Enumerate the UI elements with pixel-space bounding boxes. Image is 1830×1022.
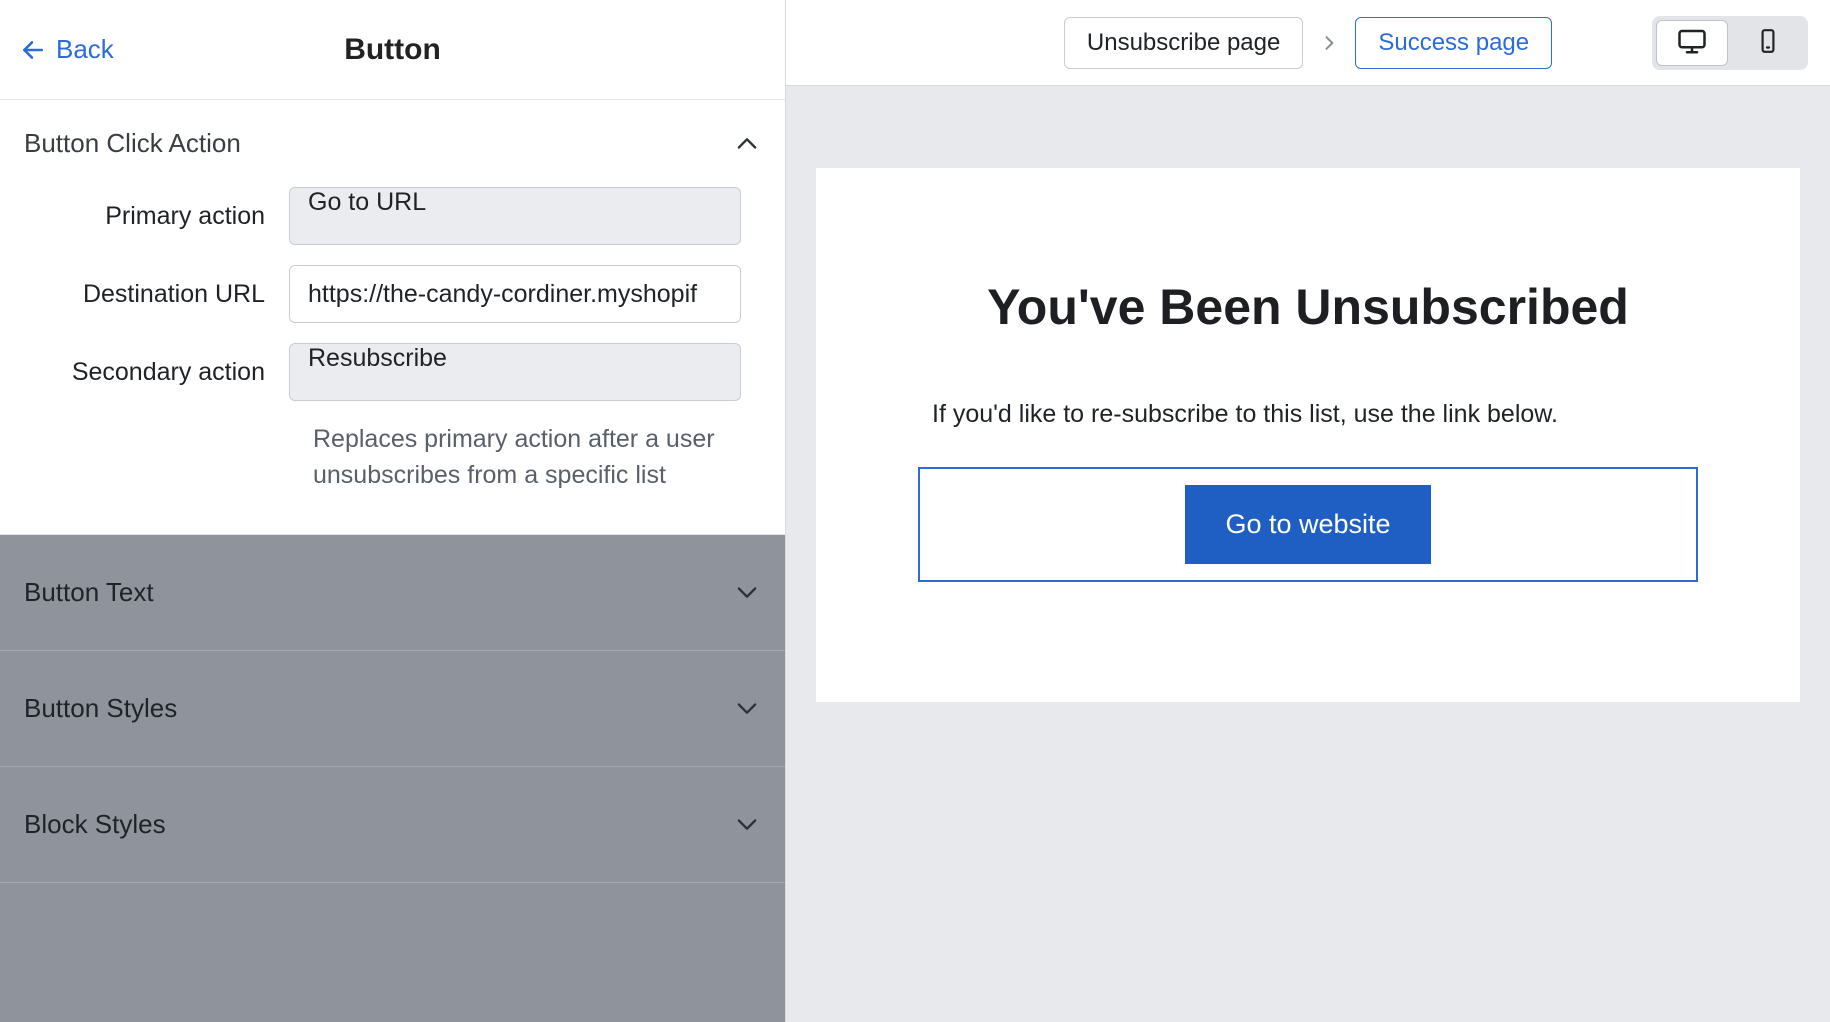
label-destination-url: Destination URL xyxy=(24,280,289,309)
section-title: Button Click Action xyxy=(24,128,241,159)
label-secondary-action: Secondary action xyxy=(24,358,289,387)
row-primary-action: Primary action Go to URL xyxy=(24,187,761,245)
preview-subtext: If you'd like to re-subscribe to this li… xyxy=(876,400,1740,429)
breadcrumb: Unsubscribe page Success page xyxy=(1064,17,1552,69)
arrow-left-icon xyxy=(20,37,46,63)
section-title: Block Styles xyxy=(24,809,166,840)
row-destination-url: Destination URL xyxy=(24,265,761,323)
select-secondary-action[interactable]: Resubscribe xyxy=(289,343,741,401)
chevron-down-icon xyxy=(733,810,761,838)
preview-header: Unsubscribe page Success page xyxy=(786,0,1830,86)
device-desktop-button[interactable] xyxy=(1656,20,1728,66)
section-button-text[interactable]: Button Text xyxy=(0,535,785,651)
chevron-down-icon xyxy=(733,694,761,722)
back-button[interactable]: Back xyxy=(20,34,114,65)
select-primary-action[interactable]: Go to URL xyxy=(289,187,741,245)
go-to-website-button[interactable]: Go to website xyxy=(1185,485,1430,564)
section-button-styles[interactable]: Button Styles xyxy=(0,651,785,767)
section-title: Button Styles xyxy=(24,693,177,724)
crumb-success[interactable]: Success page xyxy=(1355,17,1552,69)
input-destination-url[interactable] xyxy=(289,265,741,323)
section-title: Button Text xyxy=(24,577,154,608)
row-secondary-helper: Replaces primary action after a user uns… xyxy=(24,421,761,494)
label-primary-action: Primary action xyxy=(24,202,289,231)
helper-secondary-action: Replaces primary action after a user uns… xyxy=(313,421,761,494)
section-button-click-action: Button Click Action Primary action Go to… xyxy=(0,100,785,535)
collapsed-sections: Button Text Button Styles Block Styles xyxy=(0,535,785,1022)
preview-heading: You've Been Unsubscribed xyxy=(876,278,1740,336)
back-label: Back xyxy=(56,34,114,65)
section-body-click-action: Primary action Go to URL Destination URL… xyxy=(0,187,785,534)
sidebar-header: Back Button xyxy=(0,0,785,100)
device-toggle xyxy=(1652,16,1808,70)
device-mobile-button[interactable] xyxy=(1732,20,1804,66)
chevron-down-icon xyxy=(733,578,761,606)
settings-sidebar: Back Button Button Click Action Primary … xyxy=(0,0,786,1022)
row-secondary-action: Secondary action Resubscribe xyxy=(24,343,761,401)
section-block-styles[interactable]: Block Styles xyxy=(0,767,785,883)
mobile-icon xyxy=(1755,28,1781,57)
preview-button-selection[interactable]: Go to website xyxy=(918,467,1698,582)
chevron-right-icon xyxy=(1319,33,1339,53)
preview-card: You've Been Unsubscribed If you'd like t… xyxy=(816,168,1800,702)
sidebar-title: Button xyxy=(344,33,441,67)
crumb-unsubscribe[interactable]: Unsubscribe page xyxy=(1064,17,1303,69)
chevron-up-icon xyxy=(733,130,761,158)
section-header-click-action[interactable]: Button Click Action xyxy=(0,100,785,187)
desktop-icon xyxy=(1677,26,1707,59)
preview-body: You've Been Unsubscribed If you'd like t… xyxy=(786,86,1830,1022)
preview-panel: Unsubscribe page Success page You've Bee… xyxy=(786,0,1830,1022)
